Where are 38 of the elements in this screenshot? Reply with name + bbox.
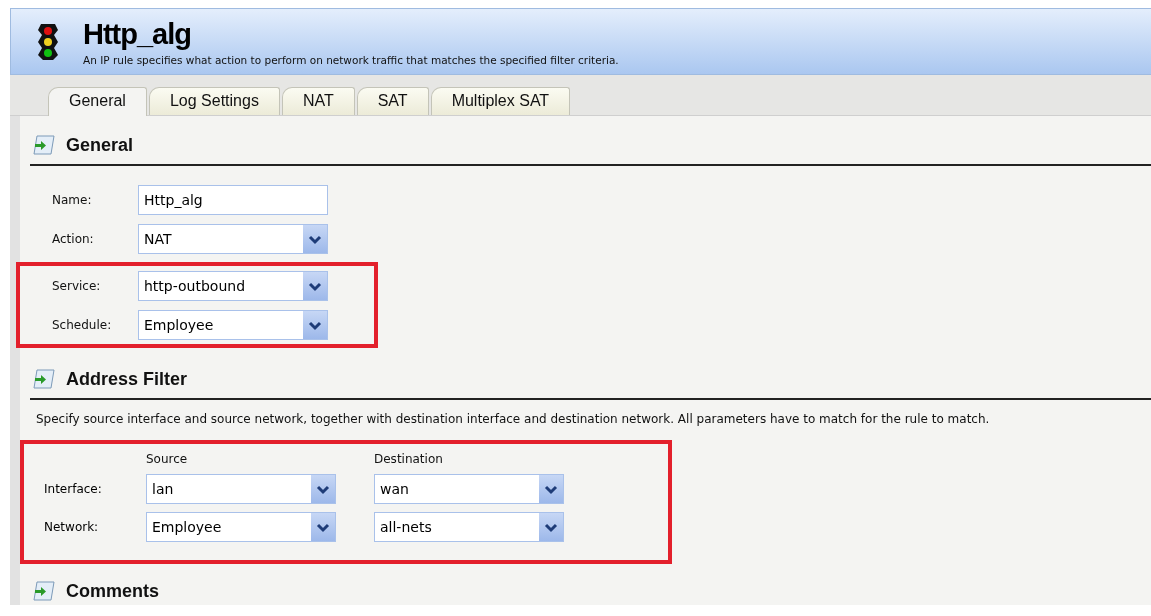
chevron-icon [303, 310, 327, 339]
section-icon [32, 368, 56, 390]
chevron-icon [539, 475, 563, 503]
destination-dropdown[interactable]: all-nets [374, 512, 564, 542]
column-header: Source [146, 452, 189, 466]
field-label: Action: [52, 231, 95, 246]
tab[interactable]: SAT [356, 87, 429, 115]
page-description: An IP rule specifies what action to perform on network traffic that matches the specified filter criteria. [83, 53, 619, 66]
section-description: Specify source interface and source network, together with destination interface and destination network. All parameters have to match for the rule to match. [36, 412, 991, 426]
tab[interactable]: Multiplex SAT [430, 87, 571, 115]
source-dropdown[interactable]: lan [146, 474, 336, 504]
section-heading: General [66, 134, 134, 156]
section-heading: Address Filter [66, 368, 188, 390]
chevron-icon [311, 513, 335, 541]
column-header: Destination [374, 452, 444, 466]
source-dropdown[interactable]: Employee [146, 512, 336, 542]
destination-dropdown[interactable]: wan [374, 474, 564, 504]
field-label: Schedule: [52, 317, 113, 332]
value-field[interactable]: Http_alg [138, 184, 328, 215]
traffic-light-icon [37, 21, 59, 62]
field-label: Network: [44, 520, 100, 534]
field-label: Service: [52, 278, 102, 293]
chevron-icon [303, 224, 327, 253]
page-title: Http_alg [83, 17, 192, 50]
field-label: Name: [52, 192, 93, 207]
section-heading: Comments [66, 580, 159, 602]
section-icon [32, 580, 56, 602]
tab[interactable]: NAT [281, 87, 355, 115]
value-dropdown[interactable]: NAT [138, 223, 328, 254]
value-dropdown[interactable]: http-outbound [138, 270, 328, 301]
chevron-icon [539, 513, 563, 541]
field-label: Interface: [44, 482, 103, 496]
section-icon [32, 134, 56, 156]
chevron-icon [311, 475, 335, 503]
value-dropdown[interactable]: Employee [138, 309, 328, 340]
chevron-icon [303, 271, 327, 300]
tab[interactable]: Log Settings [148, 87, 280, 115]
tab[interactable]: General [48, 87, 147, 116]
